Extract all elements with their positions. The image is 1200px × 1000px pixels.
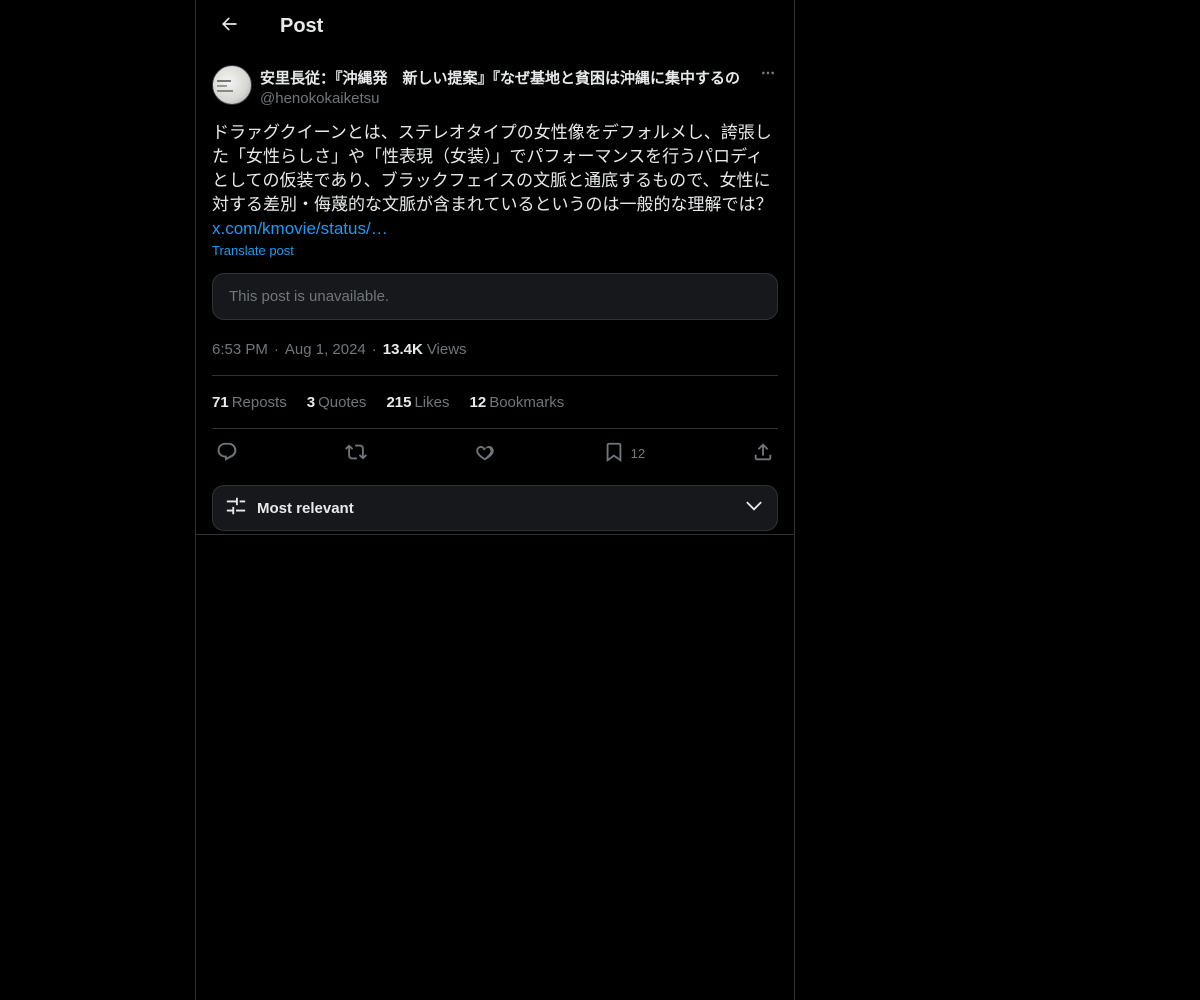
likes-count: 215 (386, 393, 412, 411)
bookmarks-count: 12 (469, 393, 487, 411)
bookmark-count: 12 (630, 445, 646, 461)
post-author: 安里長従：『沖縄発 新しい提案』『なぜ基地と貧困は沖縄に集中するの @henok… (212, 65, 778, 107)
share-icon (752, 441, 774, 466)
bookmarks-label: Bookmarks (489, 393, 565, 411)
views-count: 13.4K (382, 340, 423, 358)
share-button[interactable] (752, 441, 774, 466)
bookmarks-stat[interactable]: 12 Bookmarks (470, 394, 565, 411)
quotes-stat[interactable]: 3 Quotes (307, 394, 367, 411)
page-header: Post (196, 0, 794, 53)
reply-icon (216, 441, 238, 466)
post-link[interactable]: x.com/kmovie/status/… (212, 217, 388, 241)
post-text: ドラァグクイーンとは、ステレオタイプの女性像をデフォルメし、誇張した「女性らしさ… (212, 123, 773, 214)
arrow-left-icon (219, 14, 239, 39)
divider (196, 534, 794, 535)
post-meta: 6:53 PM · Aug 1, 2024 · 13.4K Views (212, 339, 778, 359)
author-display-name[interactable]: 安里長従：『沖縄発 新しい提案』『なぜ基地と貧困は沖縄に集中するの (260, 67, 752, 88)
more-options-button[interactable] (758, 65, 778, 85)
quotes-label: Quotes (318, 393, 367, 411)
reposts-count: 71 (212, 393, 229, 411)
like-button[interactable] (474, 441, 496, 466)
likes-label: Likes (414, 393, 450, 411)
action-bar: 12 (212, 429, 778, 477)
post-time[interactable]: 6:53 PM (212, 341, 268, 358)
back-button[interactable] (212, 10, 246, 44)
reply-button[interactable] (216, 441, 238, 466)
reposts-label: Reposts (231, 393, 287, 411)
sliders-icon (225, 495, 247, 522)
repost-icon (344, 441, 367, 466)
separator: · (371, 340, 377, 358)
author-names: 安里長従：『沖縄発 新しい提案』『なぜ基地と貧困は沖縄に集中するの @henok… (260, 65, 758, 107)
avatar[interactable] (212, 65, 252, 105)
post-body: ドラァグクイーンとは、ステレオタイプの女性像をデフォルメし、誇張した「女性らしさ… (212, 121, 778, 241)
main-column: Post 安里長従：『沖縄発 新しい提案』『なぜ基地と貧困は沖縄に集中するの @… (195, 0, 795, 1000)
quotes-count: 3 (306, 393, 316, 411)
separator: · (273, 340, 279, 358)
chevron-down-icon (743, 495, 765, 522)
heart-icon (474, 441, 496, 466)
translate-post-link[interactable]: Translate post (212, 241, 778, 261)
author-handle[interactable]: @henokokaiketsu (260, 90, 758, 107)
quoted-post-unavailable: This post is unavailable. (212, 273, 778, 320)
repost-button[interactable] (344, 441, 367, 466)
post-detail: 安里長従：『沖縄発 新しい提案』『なぜ基地と貧困は沖縄に集中するの @henok… (196, 53, 794, 531)
page-title: Post (280, 15, 324, 37)
post-stats: 71 Reposts 3 Quotes 215 Likes 12 Bookmarks (212, 376, 778, 428)
likes-stat[interactable]: 215 Likes (386, 394, 449, 411)
bookmark-icon (603, 441, 625, 466)
reposts-stat[interactable]: 71 Reposts (212, 394, 287, 411)
more-dots-icon (760, 65, 776, 86)
bookmark-button[interactable]: 12 (603, 441, 645, 466)
sort-label: Most relevant (257, 499, 354, 517)
views-label: Views (426, 340, 467, 358)
post-date[interactable]: Aug 1, 2024 (285, 341, 366, 358)
reply-sort-dropdown[interactable]: Most relevant (212, 485, 778, 531)
